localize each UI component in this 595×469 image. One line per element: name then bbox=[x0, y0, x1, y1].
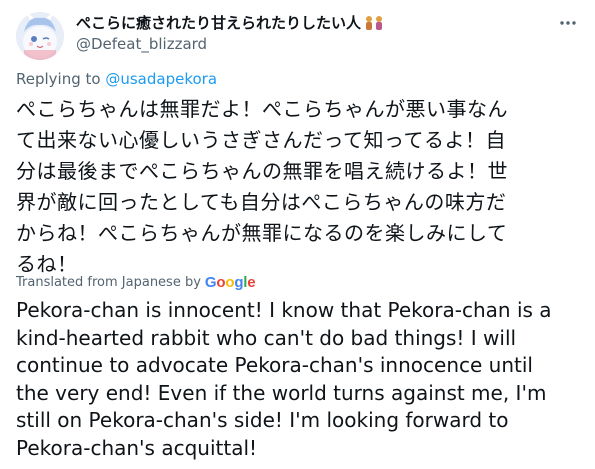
user-handle[interactable]: @Defeat_blizzard bbox=[76, 34, 385, 54]
doll-emoji-icon bbox=[363, 15, 385, 31]
tweet-text-translated: Pekora-chan is innocent! I know that Pek… bbox=[16, 298, 552, 460]
reply-prefix: Replying to bbox=[16, 70, 106, 88]
translated-label: Translated from Japanese by bbox=[16, 275, 201, 290]
translation-attribution: Translated from Japanese by Google bbox=[16, 274, 256, 291]
more-horizontal-icon bbox=[560, 21, 576, 25]
avatar[interactable] bbox=[16, 12, 64, 60]
display-name[interactable]: ぺこらに癒されたり甘えられたりしたい人 bbox=[76, 13, 361, 33]
reply-context: Replying to @usadapekora bbox=[16, 70, 217, 88]
tweet-header: ぺこらに癒されたり甘えられたりしたい人 @Defeat_blizzard bbox=[16, 10, 579, 60]
more-options-button[interactable] bbox=[557, 12, 579, 34]
tweet-text-original: ぺこらちゃんは無罪だよ！ぺこらちゃんが悪い事なん て出来ない心優しいうさぎさんだ… bbox=[16, 97, 508, 276]
google-logo[interactable]: Google bbox=[205, 274, 256, 291]
reply-mention-link[interactable]: @usadapekora bbox=[105, 70, 217, 88]
display-name-row[interactable]: ぺこらに癒されたり甘えられたりしたい人 bbox=[76, 13, 385, 33]
anime-avatar-icon bbox=[16, 12, 64, 60]
